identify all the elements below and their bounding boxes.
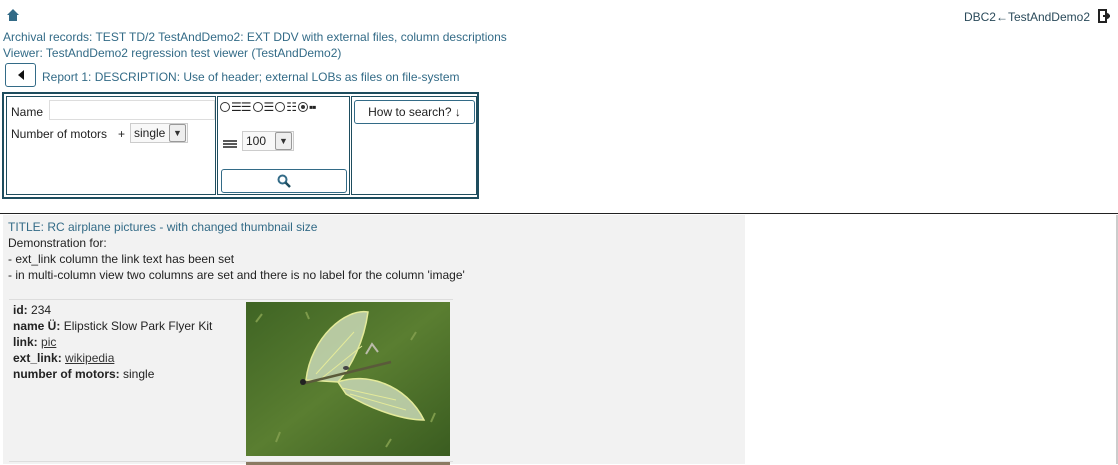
table-view-icon: ☰☰ [231, 100, 251, 114]
back-button[interactable] [5, 63, 36, 87]
motors-label: Number of motors [11, 127, 108, 141]
name-value: Elipstick Slow Park Flyer Kit [63, 319, 213, 333]
description-line: Demonstration for: [8, 236, 107, 250]
search-help-cell: How to search? ↓ [351, 96, 477, 195]
motors-select-value: single [134, 126, 166, 140]
pic-link[interactable]: pic [41, 335, 56, 349]
record-fields: id: 234 name Ü: Elipstick Slow Park Flye… [13, 302, 212, 382]
report-title: Report 1: DESCRIPTION: Use of header; ex… [42, 70, 460, 84]
results-panel: TITLE: RC airplane pictures - with chang… [3, 215, 745, 465]
airplane-thumbnail-image[interactable] [246, 302, 450, 456]
link-label: link: [13, 335, 38, 349]
radio-button[interactable] [220, 102, 230, 112]
field-id: id: 234 [13, 302, 212, 318]
chevron-down-icon: ▼ [275, 132, 292, 150]
record-card: id: 234 name Ü: Elipstick Slow Park Flye… [9, 299, 453, 465]
motors-select[interactable]: single ▼ [130, 123, 188, 143]
id-value: 234 [31, 303, 52, 317]
description-line: - in multi-column view two columns are s… [8, 268, 465, 282]
multicolumn-view-icon: ▪▪ [309, 100, 316, 114]
name-label: Name [11, 105, 44, 119]
search-form: Name Number of motors + single ▼ ☰☰ ☰ ☷ [2, 92, 479, 199]
search-button[interactable] [221, 169, 347, 193]
field-ext-link: ext_link: wikipedia [13, 350, 212, 366]
divider [0, 213, 1118, 214]
field-name: name Ü: Elipstick Slow Park Flyer Kit [13, 318, 212, 334]
search-options-cell: ☰☰ ☰ ☷ ▪▪ 100 ▼ [217, 96, 350, 195]
app-title-link[interactable]: DBC2←TestAndDemo2 [964, 10, 1090, 24]
wikipedia-link[interactable]: wikipedia [65, 351, 114, 365]
view-mode-detail[interactable]: ☷ [275, 100, 297, 114]
archival-records-link[interactable]: Archival records: TEST TD/2 TestAndDemo2… [3, 30, 507, 44]
view-mode-table[interactable]: ☰☰ [220, 100, 251, 114]
radio-button[interactable] [252, 102, 263, 112]
detail-view-icon: ☷ [286, 100, 297, 114]
motors-plus-toggle[interactable]: + [118, 127, 125, 141]
list-view-icon: ☰ [263, 100, 275, 114]
field-link: link: pic [13, 334, 212, 350]
chevron-down-icon: ▼ [169, 124, 186, 142]
name-label: name Ü: [13, 319, 61, 333]
field-motors: number of motors: single [13, 366, 212, 382]
logout-icon[interactable] [1098, 9, 1110, 23]
viewer-link[interactable]: Viewer: TestAndDemo2 regression test vie… [3, 46, 341, 60]
back-arrow-icon [17, 70, 24, 80]
id-label: id: [13, 303, 28, 317]
search-icon [277, 174, 291, 188]
description-line: - ext_link column the link text has been… [8, 252, 235, 266]
ext-link-label: ext_link: [13, 351, 62, 365]
name-input[interactable] [49, 100, 215, 120]
view-mode-group: ☰☰ ☰ ☷ ▪▪ [220, 100, 316, 114]
how-to-search-button[interactable]: How to search? ↓ [354, 100, 475, 124]
home-icon[interactable] [6, 8, 20, 22]
motors-field-label: number of motors: [13, 367, 120, 381]
view-mode-multicolumn[interactable]: ▪▪ [298, 100, 316, 114]
radio-button-selected[interactable] [298, 102, 309, 112]
rows-per-page-value: 100 [246, 134, 267, 148]
search-fields-cell: Name Number of motors + single ▼ [6, 96, 216, 195]
rows-per-page-icon [223, 140, 237, 148]
result-title: TITLE: RC airplane pictures - with chang… [8, 220, 318, 234]
radio-button[interactable] [275, 102, 286, 112]
rows-per-page-select[interactable]: 100 ▼ [242, 131, 294, 151]
motors-field-value: single [123, 367, 155, 381]
view-mode-list[interactable]: ☰ [252, 100, 275, 114]
